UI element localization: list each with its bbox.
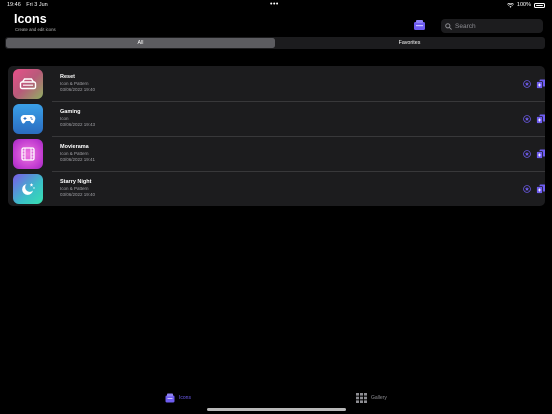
list-item[interactable]: Reset Icon & Pattern 03/06/2022 19:40 [8,66,545,101]
duplicate-icon[interactable] [536,114,545,124]
multitasking-dots-icon[interactable]: ••• [270,1,279,8]
status-date: Fri 3 Jun [26,2,48,8]
search-field[interactable] [441,19,543,33]
home-indicator[interactable] [207,408,346,411]
battery-percent: 100% [516,2,531,8]
film-icon [13,139,43,169]
gamecontroller-icon [13,104,43,134]
item-name: Gaming [60,109,81,115]
segment-all[interactable]: All [6,38,275,48]
duplicate-icon[interactable] [536,184,545,194]
moon-stars-icon [13,174,43,204]
list-item[interactable]: Gaming Icon 03/06/2022 19:43 [8,101,545,136]
favorite-star-icon[interactable] [523,150,531,158]
tab-gallery-label: Gallery [371,395,387,401]
segment-favorites[interactable]: Favorites [275,38,544,48]
item-date: 03/06/2022 19:40 [60,192,96,197]
tab-gallery[interactable]: Gallery [356,393,387,403]
favorite-star-icon[interactable] [523,185,531,193]
item-date: 03/06/2022 19:41 [60,157,96,162]
wifi-icon [506,2,514,8]
duplicate-icon[interactable] [536,149,545,159]
item-name: Movierama [60,144,89,150]
page-subtitle: Create and edit icons [15,27,56,32]
item-type: Icon & Pattern [60,186,89,191]
icon-composer-button[interactable] [413,19,426,31]
favorite-star-icon[interactable] [523,115,531,123]
item-type: Icon [60,116,69,121]
item-date: 03/06/2022 19:43 [60,122,96,127]
tab-icons[interactable]: Icons [165,393,191,403]
favorite-star-icon[interactable] [523,80,531,88]
item-name: Starry Night [60,179,92,185]
item-name: Reset [60,74,75,80]
drive-icon [13,69,43,99]
page-title: Icons [14,12,47,26]
status-time: 19:46 [7,2,21,8]
tab-icons-label: Icons [179,395,191,401]
search-input[interactable] [455,22,535,30]
duplicate-icon[interactable] [536,79,545,89]
status-bar: 19:46 Fri 3 Jun ••• 100% [0,0,552,10]
item-date: 03/06/2022 19:40 [60,87,96,92]
search-icon [445,22,452,30]
icons-tab-icon [165,393,175,403]
grid-icon [356,393,367,403]
battery-icon [534,2,545,8]
item-type: Icon & Pattern [60,81,89,86]
icons-list: Reset Icon & Pattern 03/06/2022 19:40 Ga… [8,66,545,206]
list-item[interactable]: Movierama Icon & Pattern 03/06/2022 19:4… [8,136,545,171]
filter-segmented-control: All Favorites [5,37,545,49]
item-type: Icon & Pattern [60,151,89,156]
list-item[interactable]: Starry Night Icon & Pattern 03/06/2022 1… [8,171,545,206]
